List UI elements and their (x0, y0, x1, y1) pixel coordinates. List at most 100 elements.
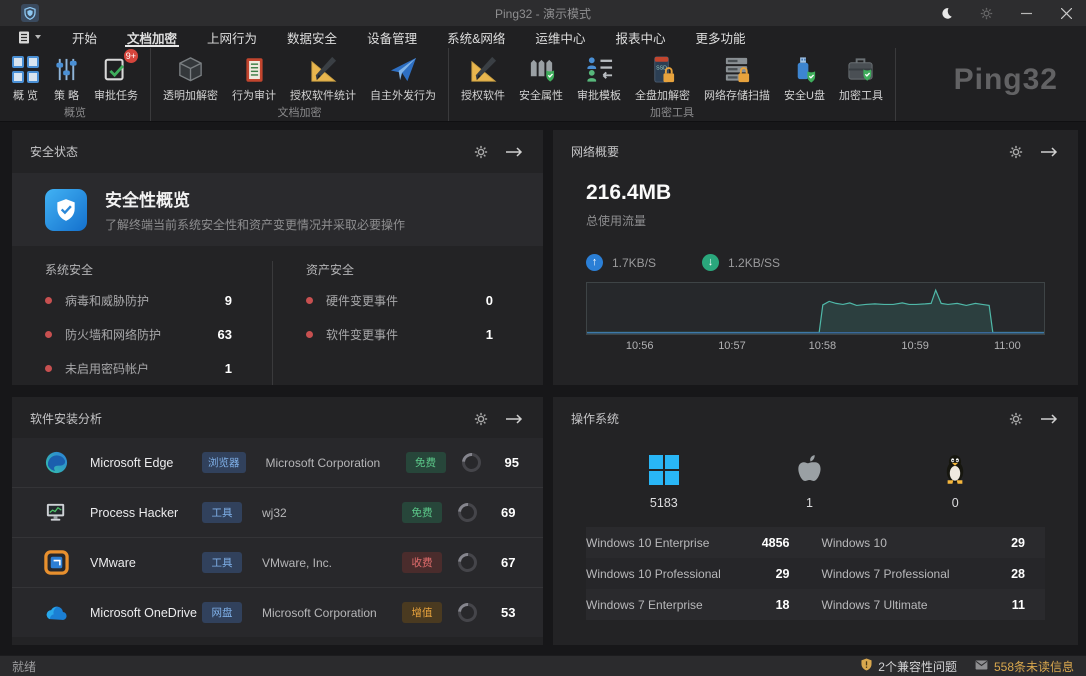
ribbon-item-authorized-software-stats[interactable]: 授权软件统计 (283, 51, 363, 105)
ribbon-item-security-attributes[interactable]: 安全属性 (512, 51, 570, 105)
tab-data-security[interactable]: 数据安全 (272, 26, 352, 48)
settings-icon[interactable] (966, 0, 1006, 26)
ribbon-group-label: 文档加密 (156, 105, 443, 121)
arrow-right-icon[interactable] (1040, 146, 1058, 158)
panel-title: 安全状态 (30, 143, 78, 160)
cube-icon (176, 53, 205, 86)
asset-security-section: 资产安全 硬件变更事件0 软件变更事件1 (272, 261, 543, 385)
arrow-right-icon[interactable] (1040, 413, 1058, 425)
linux-tux-icon (942, 451, 968, 485)
ribbon-group-label: 加密工具 (454, 105, 890, 121)
network-chart-box (586, 282, 1045, 335)
process-hacker-icon (43, 500, 69, 526)
ribbon-item-network-storage-scan[interactable]: 网络存储扫描 (697, 51, 777, 105)
total-traffic-label: 总使用流量 (586, 212, 1078, 229)
arrow-right-icon[interactable] (505, 413, 523, 425)
approval-check-icon: 9+ (102, 53, 130, 86)
tab-device-management[interactable]: 设备管理 (352, 26, 432, 48)
platform-linux: 0 (882, 451, 1028, 510)
ribbon-item-secure-usb[interactable]: 安全U盘 (777, 51, 832, 105)
overview-grid-icon (12, 53, 39, 86)
table-row[interactable]: Windows 7 Enterprise18 Windows 7 Ultimat… (586, 589, 1045, 620)
price-badge: 免费 (406, 452, 446, 473)
os-version-table: Windows 10 Enterprise4856 Windows 1029 W… (586, 527, 1045, 620)
menubar: 开始 文档加密 上网行为 数据安全 设备管理 系统&网络 运维中心 报表中心 更… (0, 26, 1086, 48)
alert-dot-icon (45, 331, 52, 338)
platform-count: 1 (806, 496, 813, 510)
dashboard: 安全状态 安全性概览 了解终端当前系统安全性和资产变更情况并采取必要操作 系统安… (0, 122, 1086, 655)
security-overview-desc: 了解终端当前系统安全性和资产变更情况并采取必要操作 (105, 216, 405, 233)
arrow-right-icon[interactable] (505, 146, 523, 158)
chart-tick-label: 10:56 (626, 340, 654, 352)
table-row[interactable]: Windows 10 Professional29 Windows 7 Prof… (586, 558, 1045, 589)
tab-report-center[interactable]: 报表中心 (600, 26, 680, 48)
table-row[interactable]: Microsoft OneDrive 网盘 Microsoft Corporat… (12, 587, 543, 637)
price-badge: 免费 (402, 502, 442, 523)
table-row[interactable]: Process Hacker 工具 wj32 免费 69 (12, 487, 543, 537)
panel-network-summary: 网络概要 216.4MB 总使用流量 ↑ 1.7KB/S ↓ 1.2KB/SS … (553, 130, 1078, 385)
category-badge: 工具 (202, 502, 242, 523)
chart-tick-label: 10:57 (718, 340, 746, 352)
minimize-icon[interactable] (1006, 0, 1046, 26)
score-ring-icon (454, 549, 481, 576)
tab-system-network[interactable]: 系统&网络 (432, 26, 520, 48)
alert-dot-icon (306, 331, 313, 338)
ping32-logo: Ping32 (954, 63, 1058, 97)
panel-software-analysis: 软件安装分析 Microsoft Edge 浏览器 Microsoft Corp… (12, 397, 543, 645)
platform-windows: 5183 (591, 451, 737, 510)
statusbar: 就绪 2个兼容性问题 558条未读信息 (0, 655, 1086, 676)
score-value: 69 (501, 505, 515, 520)
score-ring-icon (454, 499, 481, 526)
ribbon-item-approval-tasks[interactable]: 9+ 审批任务 (87, 51, 145, 105)
ribbon: 概 览 策 略 9+ 审批任务 概览 (0, 48, 1086, 122)
paper-plane-icon (389, 53, 418, 86)
gear-icon[interactable] (1009, 145, 1023, 159)
ribbon-item-crypto-tools[interactable]: 加密工具 (832, 51, 890, 105)
network-traffic-chart (587, 283, 1044, 334)
tab-web-behavior[interactable]: 上网行为 (192, 26, 272, 48)
compatibility-status[interactable]: 2个兼容性问题 (861, 658, 957, 675)
panel-title: 操作系统 (571, 410, 619, 427)
windows-icon (649, 451, 679, 485)
gear-icon[interactable] (474, 145, 488, 159)
list-item[interactable]: 病毒和威胁防护9 (45, 283, 232, 317)
list-item[interactable]: 未启用密码帐户1 (45, 351, 232, 385)
ribbon-item-policy[interactable]: 策 略 (46, 51, 87, 105)
ribbon-item-full-disk-crypto[interactable]: SSD 全盘加解密 (628, 51, 697, 105)
tab-document-encryption[interactable]: 文档加密 (112, 26, 192, 48)
tab-start[interactable]: 开始 (57, 26, 112, 48)
price-badge: 增值 (402, 602, 442, 623)
list-item[interactable]: 硬件变更事件0 (306, 283, 493, 317)
ribbon-item-transparent-crypto[interactable]: 透明加解密 (156, 51, 225, 105)
category-badge: 浏览器 (202, 452, 246, 473)
chart-tick-label: 10:59 (901, 340, 929, 352)
platform-count: 5183 (650, 496, 678, 510)
tab-more-features[interactable]: 更多功能 (680, 26, 760, 48)
chart-tick-label: 11:00 (994, 340, 1021, 352)
gear-icon[interactable] (474, 412, 488, 426)
ribbon-item-authorized-software[interactable]: 授权软件 (454, 51, 512, 105)
table-row[interactable]: VMware 工具 VMware, Inc. 收费 67 (12, 537, 543, 587)
download-arrow-icon: ↓ (702, 254, 719, 271)
menu-list-icon[interactable] (18, 31, 41, 44)
ribbon-item-behavior-audit[interactable]: 行为审计 (225, 51, 283, 105)
gear-icon[interactable] (1009, 412, 1023, 426)
close-icon[interactable] (1046, 0, 1086, 26)
table-row[interactable]: Microsoft Edge 浏览器 Microsoft Corporation… (12, 438, 543, 487)
chart-ticks: 10:5610:5710:5810:5911:00 (586, 340, 1045, 354)
ribbon-group-crypto-tools: 授权软件 安全属性 审批模板 SSD 全盘加解密 (449, 48, 896, 121)
usb-shield-icon (790, 53, 819, 86)
tab-ops-center[interactable]: 运维中心 (520, 26, 600, 48)
unread-messages-status[interactable]: 558条未读信息 (975, 658, 1074, 675)
list-item[interactable]: 软件变更事件1 (306, 317, 493, 351)
status-ready: 就绪 (12, 658, 36, 675)
list-item[interactable]: 防火墙和网络防护63 (45, 317, 232, 351)
mail-icon (975, 659, 988, 673)
table-row[interactable]: Windows 10 Enterprise4856 Windows 1029 (586, 527, 1045, 558)
ribbon-item-overview[interactable]: 概 览 (5, 51, 46, 105)
moon-icon[interactable] (926, 0, 966, 26)
upload-speed: ↑ 1.7KB/S (586, 254, 656, 271)
ribbon-item-approval-templates[interactable]: 审批模板 (570, 51, 628, 105)
panel-title: 软件安装分析 (30, 410, 102, 427)
ribbon-item-outgoing-behavior[interactable]: 自主外发行为 (363, 51, 443, 105)
